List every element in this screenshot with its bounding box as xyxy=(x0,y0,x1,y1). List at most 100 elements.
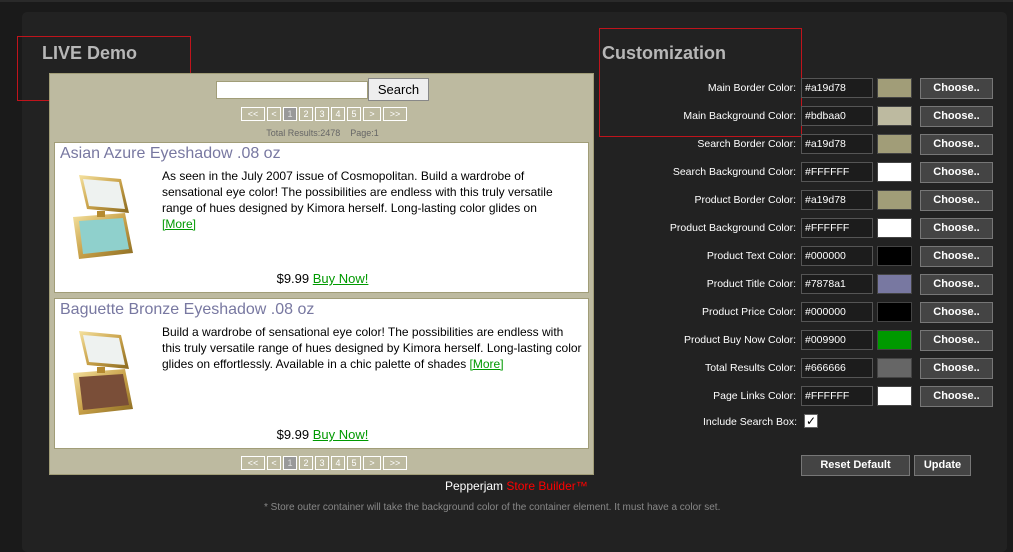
product-price: $9.99 xyxy=(276,271,310,286)
color-swatch xyxy=(877,218,912,238)
color-value-input[interactable]: #a19d78 xyxy=(801,190,873,210)
pager-last[interactable]: >> xyxy=(383,107,407,121)
color-swatch xyxy=(877,330,912,350)
color-setting-row: Product Price Color: #000000 Choose.. xyxy=(600,302,1000,324)
color-value-input[interactable]: #FFFFFF xyxy=(801,162,873,182)
color-setting-row: Main Border Color: #a19d78 Choose.. xyxy=(600,78,1000,100)
product-price-line: $9.99 Buy Now! xyxy=(55,427,590,442)
reset-default-button[interactable]: Reset Default xyxy=(801,455,910,476)
choose-color-button[interactable]: Choose.. xyxy=(920,134,993,155)
page-info: Page:1 xyxy=(350,128,379,138)
color-setting-row: Product Text Color: #000000 Choose.. xyxy=(600,246,1000,268)
store-search-button[interactable]: Search xyxy=(368,78,429,101)
color-value-input[interactable]: #000000 xyxy=(801,302,873,322)
choose-color-button[interactable]: Choose.. xyxy=(920,358,993,379)
color-setting-label: Product Text Color: xyxy=(706,250,796,262)
product-description-text: Build a wardrobe of sensational eye colo… xyxy=(162,325,582,371)
color-setting-label: Product Price Color: xyxy=(702,306,796,318)
pager-page-4[interactable]: 4 xyxy=(331,107,345,121)
buy-now-link[interactable]: Buy Now! xyxy=(313,427,369,442)
color-value-input[interactable]: #FFFFFF xyxy=(801,386,873,406)
color-setting-label: Search Border Color: xyxy=(697,138,796,150)
product-image-bronze[interactable] xyxy=(69,329,135,419)
product-title[interactable]: Asian Azure Eyeshadow .08 oz xyxy=(60,145,281,163)
choose-color-button[interactable]: Choose.. xyxy=(920,218,993,239)
color-setting-row: Page Links Color: #FFFFFF Choose.. xyxy=(600,386,1000,408)
color-setting-label: Main Background Color: xyxy=(683,110,796,122)
product-price: $9.99 xyxy=(276,427,310,442)
store-search-input[interactable] xyxy=(216,81,368,99)
pager-last[interactable]: >> xyxy=(383,456,407,470)
pager-page-3[interactable]: 3 xyxy=(315,107,329,121)
color-value-input[interactable]: #7878a1 xyxy=(801,274,873,294)
store-preview: Search << < 1 2 3 4 5 > >> Total Results… xyxy=(49,73,594,475)
update-button[interactable]: Update xyxy=(914,455,971,476)
product-title[interactable]: Baguette Bronze Eyeshadow .08 oz xyxy=(60,301,314,319)
buy-now-link[interactable]: Buy Now! xyxy=(313,271,369,286)
color-setting-label: Main Border Color: xyxy=(707,82,796,94)
pager-prev[interactable]: < xyxy=(267,107,281,121)
more-link[interactable]: [More] xyxy=(162,217,196,231)
product-price-line: $9.99 Buy Now! xyxy=(55,271,590,286)
product-card: Asian Azure Eyeshadow .08 oz As seen in … xyxy=(54,142,589,293)
include-search-label: Include Search Box: xyxy=(703,416,797,428)
pager-first[interactable]: << xyxy=(241,107,265,121)
pager-page-1: 1 xyxy=(283,456,297,470)
choose-color-button[interactable]: Choose.. xyxy=(920,330,993,351)
pager-prev[interactable]: < xyxy=(267,456,281,470)
total-results-line: Total Results:2478 Page:1 xyxy=(50,128,595,138)
pager-page-5[interactable]: 5 xyxy=(347,456,361,470)
color-swatch xyxy=(877,190,912,210)
color-swatch xyxy=(877,78,912,98)
color-swatch xyxy=(877,162,912,182)
color-value-input[interactable]: #000000 xyxy=(801,246,873,266)
color-setting-label: Product Title Color: xyxy=(706,278,796,290)
choose-color-button[interactable]: Choose.. xyxy=(920,190,993,211)
pager-bottom: << < 1 2 3 4 5 > >> xyxy=(241,456,407,470)
choose-color-button[interactable]: Choose.. xyxy=(920,246,993,267)
choose-color-button[interactable]: Choose.. xyxy=(920,162,993,183)
pager-page-2[interactable]: 2 xyxy=(299,107,313,121)
color-swatch xyxy=(877,246,912,266)
top-divider xyxy=(0,0,1013,2)
include-search-checkbox[interactable]: ✓ xyxy=(804,414,818,428)
color-swatch xyxy=(877,358,912,378)
pager-page-3[interactable]: 3 xyxy=(315,456,329,470)
pager-next[interactable]: > xyxy=(363,107,381,121)
pager-page-2[interactable]: 2 xyxy=(299,456,313,470)
color-setting-label: Product Buy Now Color: xyxy=(683,334,796,346)
color-swatch xyxy=(877,274,912,294)
color-setting-label: Page Links Color: xyxy=(713,390,796,402)
pager-page-4[interactable]: 4 xyxy=(331,456,345,470)
choose-color-button[interactable]: Choose.. xyxy=(920,106,993,127)
color-setting-label: Product Border Color: xyxy=(694,194,796,206)
color-setting-row: Product Border Color: #a19d78 Choose.. xyxy=(600,190,1000,212)
color-swatch xyxy=(877,134,912,154)
color-value-input[interactable]: #a19d78 xyxy=(801,78,873,98)
color-setting-row: Product Background Color: #FFFFFF Choose.. xyxy=(600,218,1000,240)
credit-prefix: Pepperjam xyxy=(445,479,507,493)
color-value-input[interactable]: #666666 xyxy=(801,358,873,378)
pager-top: << < 1 2 3 4 5 > >> xyxy=(241,107,407,121)
choose-color-button[interactable]: Choose.. xyxy=(920,274,993,295)
color-value-input[interactable]: #FFFFFF xyxy=(801,218,873,238)
choose-color-button[interactable]: Choose.. xyxy=(920,386,993,407)
color-setting-row: Search Border Color: #a19d78 Choose.. xyxy=(600,134,1000,156)
color-setting-label: Product Background Color: xyxy=(669,222,796,234)
pager-page-5[interactable]: 5 xyxy=(347,107,361,121)
color-setting-row: Product Title Color: #7878a1 Choose.. xyxy=(600,274,1000,296)
choose-color-button[interactable]: Choose.. xyxy=(920,302,993,323)
credit-brand[interactable]: Store Builder™ xyxy=(506,479,587,493)
pager-next[interactable]: > xyxy=(363,456,381,470)
product-description: As seen in the July 2007 issue of Cosmop… xyxy=(162,168,582,232)
color-swatch xyxy=(877,302,912,322)
color-value-input[interactable]: #a19d78 xyxy=(801,134,873,154)
product-image-azure[interactable] xyxy=(69,173,135,263)
color-value-input[interactable]: #009900 xyxy=(801,330,873,350)
choose-color-button[interactable]: Choose.. xyxy=(920,78,993,99)
product-description: Build a wardrobe of sensational eye colo… xyxy=(162,324,582,372)
color-setting-label: Search Background Color: xyxy=(672,166,796,178)
pager-first[interactable]: << xyxy=(241,456,265,470)
color-value-input[interactable]: #bdbaa0 xyxy=(801,106,873,126)
more-link[interactable]: [More] xyxy=(470,357,504,371)
